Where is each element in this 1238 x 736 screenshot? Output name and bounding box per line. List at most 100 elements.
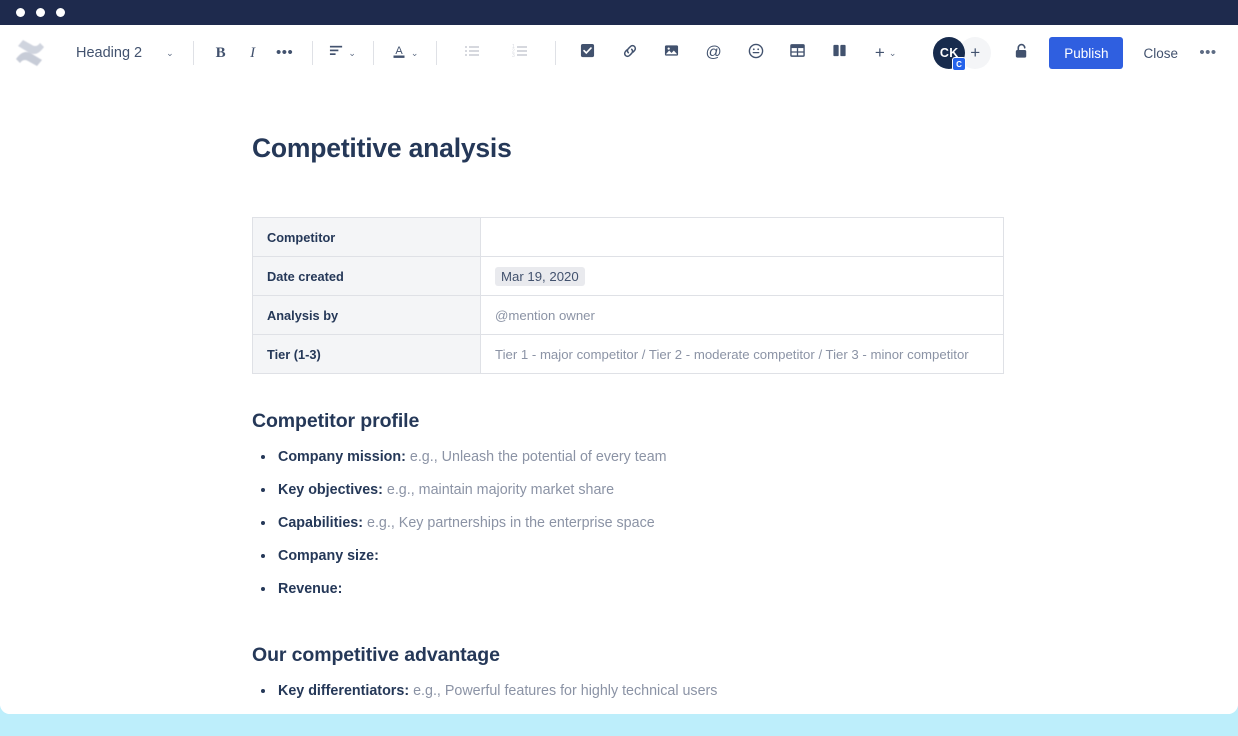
traffic-light-maximize-icon[interactable] (56, 8, 65, 17)
section-list: Company mission: e.g., Unleash the poten… (252, 447, 1012, 599)
emoji-icon (748, 43, 764, 64)
table-cell-key[interactable]: Analysis by (252, 295, 481, 335)
table-cell-key[interactable]: Competitor (252, 217, 481, 257)
ellipsis-icon: ••• (1199, 44, 1217, 61)
bold-icon: B (215, 44, 226, 61)
chevron-down-icon: ⌄ (348, 47, 356, 58)
list-item[interactable]: Company size: (252, 546, 1012, 566)
page-layout-icon (832, 43, 847, 63)
checkbox-task-icon (580, 43, 595, 63)
placeholder-text: @mention owner (495, 307, 595, 323)
restrictions-button[interactable] (1005, 37, 1037, 69)
toolbar-divider (372, 41, 374, 65)
plus-icon: + (874, 43, 885, 62)
table-cell-key[interactable]: Date created (252, 256, 481, 296)
overflow-menu-button[interactable]: ••• (1192, 37, 1224, 69)
list-item-text: e.g., maintain majority market share (382, 482, 615, 498)
list-item-label: Key objectives: (278, 482, 383, 498)
insert-more-button[interactable]: + ⌄ (867, 37, 905, 69)
editor-toolbar: Heading 2 ⌄ B I ••• ⌄ A ⌄ 1 2 3 @ + ⌄ CK… (0, 25, 1238, 81)
traffic-light-minimize-icon[interactable] (36, 8, 45, 17)
placeholder-text: Tier 1 - major competitor / Tier 2 - mod… (495, 346, 969, 362)
avatar-product-badge-icon: C (952, 57, 967, 71)
document-canvas[interactable]: Competitive analysis Competitor Date crea… (0, 81, 1238, 714)
italic-icon: I (250, 44, 256, 61)
bold-button[interactable]: B (205, 37, 237, 69)
traffic-light-close-icon[interactable] (16, 8, 25, 17)
date-chip[interactable]: Mar 19, 2020 (495, 266, 585, 286)
page-title[interactable]: Competitive analysis (252, 133, 1012, 164)
list-item[interactable]: Key objectives: e.g., maintain majority … (252, 480, 1012, 500)
close-button[interactable]: Close (1129, 37, 1192, 69)
table-row[interactable]: Date created Mar 19, 2020 (252, 256, 1004, 296)
table-row[interactable]: Tier (1-3) Tier 1 - major competitor / Ti… (252, 334, 1004, 374)
chevron-down-icon: ⌄ (888, 47, 897, 58)
table-row[interactable]: Competitor (252, 217, 1004, 257)
confluence-logo-icon[interactable] (12, 35, 48, 71)
image-icon (664, 43, 679, 63)
more-formatting-button[interactable]: ••• (269, 37, 301, 69)
table-icon (790, 43, 805, 63)
svg-text:A: A (395, 45, 403, 57)
numbered-list-icon: 1 2 3 (512, 43, 528, 64)
app-root: Heading 2 ⌄ B I ••• ⌄ A ⌄ 1 2 3 @ + ⌄ CK… (0, 0, 1238, 736)
table-cell-value[interactable]: Tier 1 - major competitor / Tier 2 - mod… (480, 334, 1004, 374)
collaborators-group: CK C + (933, 37, 992, 71)
table-cell-value[interactable]: @mention owner (480, 295, 1004, 335)
document-content: Competitive analysis Competitor Date crea… (252, 133, 1012, 701)
italic-button[interactable]: I (237, 37, 269, 69)
toolbar-divider (311, 41, 313, 65)
list-item-text: e.g., Powerful features for highly techn… (409, 683, 718, 699)
table-cell-value[interactable]: Mar 19, 2020 (480, 256, 1004, 296)
list-item[interactable]: Revenue: (252, 579, 1012, 599)
list-item[interactable]: Key differentiators: e.g., Powerful feat… (252, 681, 1012, 701)
metadata-table[interactable]: Competitor Date created Mar 19, 2020 Analys… (252, 217, 1004, 374)
list-item[interactable]: Company mission: e.g., Unleash the poten… (252, 447, 1012, 467)
emoji-button[interactable] (740, 37, 772, 69)
page-layout-button[interactable] (824, 37, 856, 69)
plus-icon: + (970, 43, 981, 62)
table-cell-key[interactable]: Tier (1-3) (252, 334, 481, 374)
chevron-down-icon: ⌄ (410, 47, 419, 58)
table-cell-value[interactable] (480, 217, 1004, 257)
list-item-text: e.g., Key partnerships in the enterprise… (363, 515, 655, 531)
table-button[interactable] (782, 37, 814, 69)
ellipsis-icon: ••• (276, 44, 294, 61)
window-titlebar (0, 0, 1238, 25)
alignment-button[interactable]: ⌄ (324, 37, 362, 69)
close-label: Close (1143, 45, 1178, 61)
list-item-label: Revenue: (278, 581, 343, 597)
table-row[interactable]: Analysis by @mention owner (252, 295, 1004, 335)
metadata-table-body: Competitor Date created Mar 19, 2020 Analys… (252, 217, 1004, 374)
chevron-down-icon: ⌄ (166, 47, 174, 58)
image-button[interactable] (656, 37, 688, 69)
toolbar-divider (554, 41, 556, 65)
list-item-label: Key differentiators: (278, 683, 410, 699)
bullet-list-button[interactable] (456, 37, 488, 69)
publish-button[interactable]: Publish (1049, 37, 1124, 69)
avatar[interactable]: CK C (933, 37, 967, 71)
list-item[interactable]: Capabilities: e.g., Key partnerships in … (252, 513, 1012, 533)
unlock-padlock-icon (1013, 42, 1030, 65)
numbered-list-button[interactable]: 1 2 3 (504, 37, 536, 69)
toolbar-divider (192, 41, 194, 65)
section-heading[interactable]: Our competitive advantage (252, 644, 1012, 667)
text-style-label: Heading 2 (76, 45, 143, 61)
mention-button[interactable]: @ (698, 37, 730, 69)
align-left-icon (329, 43, 344, 63)
text-color-button[interactable]: A ⌄ (385, 37, 425, 69)
section-heading[interactable]: Competitor profile (252, 410, 1012, 433)
svg-text:3: 3 (512, 53, 515, 59)
task-list-button[interactable] (572, 37, 604, 69)
list-item-label: Capabilities: (278, 515, 364, 531)
section-list: Key differentiators: e.g., Powerful feat… (252, 681, 1012, 701)
at-mention-icon: @ (705, 44, 722, 61)
bullet-list-icon (464, 43, 480, 64)
link-button[interactable] (614, 37, 646, 69)
list-item-label: Company mission: (278, 449, 406, 465)
link-icon (622, 43, 638, 64)
text-style-select[interactable]: Heading 2 ⌄ (66, 37, 182, 69)
list-item-label: Company size: (278, 548, 379, 564)
